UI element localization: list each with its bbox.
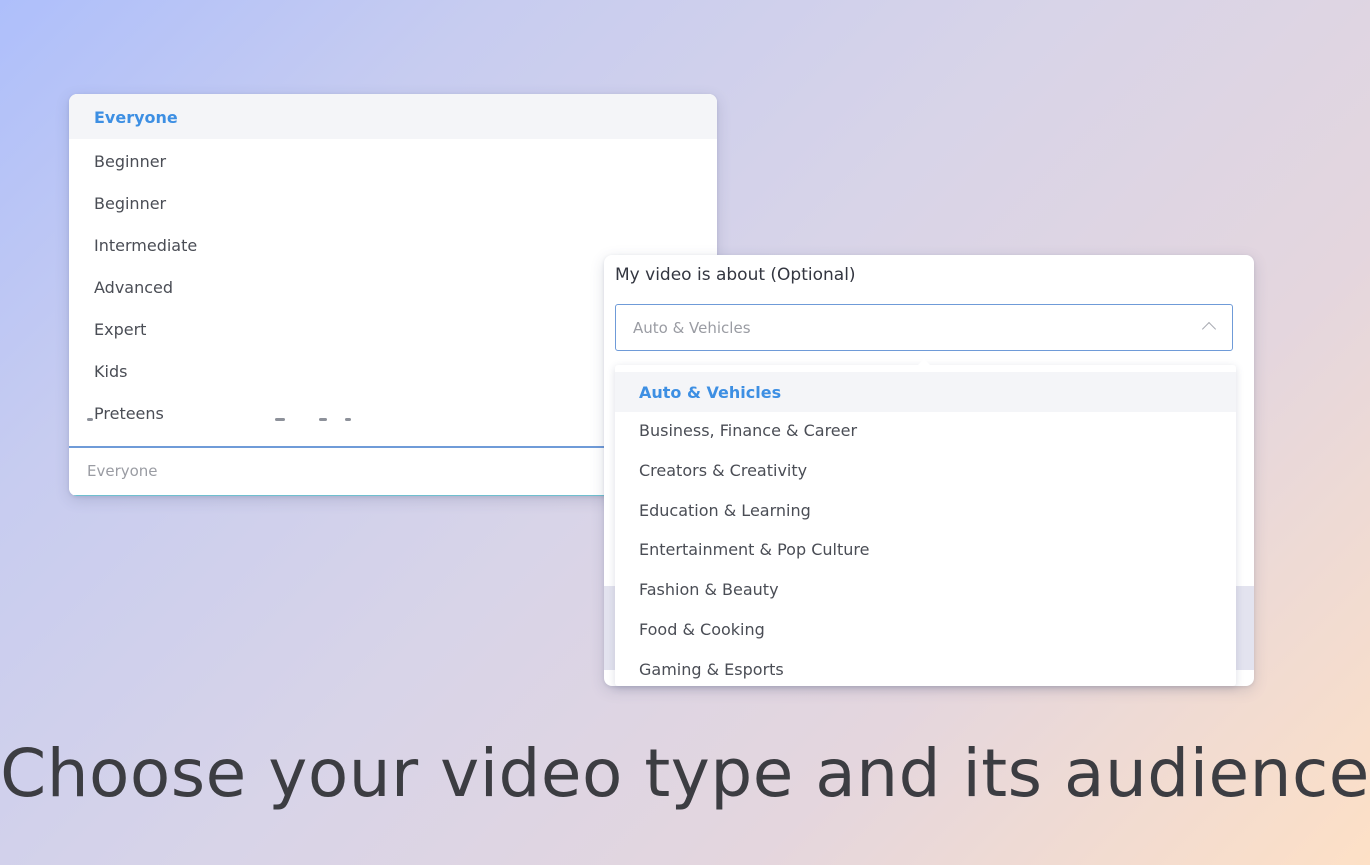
audience-option-everyone[interactable]: Everyone [69,94,717,139]
dropdown-caret [390,424,406,432]
topic-option-fashion[interactable]: Fashion & Beauty [615,571,1236,611]
topic-select-value: Auto & Vehicles [633,319,751,337]
audience-select-value: Everyone [87,462,158,480]
headline: Choose your video type and its audience [0,735,1370,812]
topic-label: My video is about (Optional) [615,265,856,285]
topic-option-creators[interactable]: Creators & Creativity [615,452,1236,492]
topic-panel: My video is about (Optional) Auto & Vehi… [604,255,1254,686]
topic-option-entertainment[interactable]: Entertainment & Pop Culture [615,531,1236,571]
topic-option-auto-vehicles[interactable]: Auto & Vehicles [615,372,1236,412]
topic-option-food[interactable]: Food & Cooking [615,611,1236,651]
audience-option-beginner[interactable]: Beginner [69,139,717,181]
topic-option-education[interactable]: Education & Learning [615,492,1236,532]
topic-select[interactable]: Auto & Vehicles [615,304,1233,351]
topic-dropdown-list: Auto & Vehicles Business, Finance & Care… [615,365,1236,686]
dropdown-caret [916,359,932,367]
audience-label-peek [87,416,407,430]
chevron-up-icon[interactable] [1201,321,1217,337]
topic-option-business[interactable]: Business, Finance & Career [615,412,1236,452]
topic-option-gaming[interactable]: Gaming & Esports [615,651,1236,686]
audience-option-beginner-2[interactable]: Beginner [69,181,717,223]
